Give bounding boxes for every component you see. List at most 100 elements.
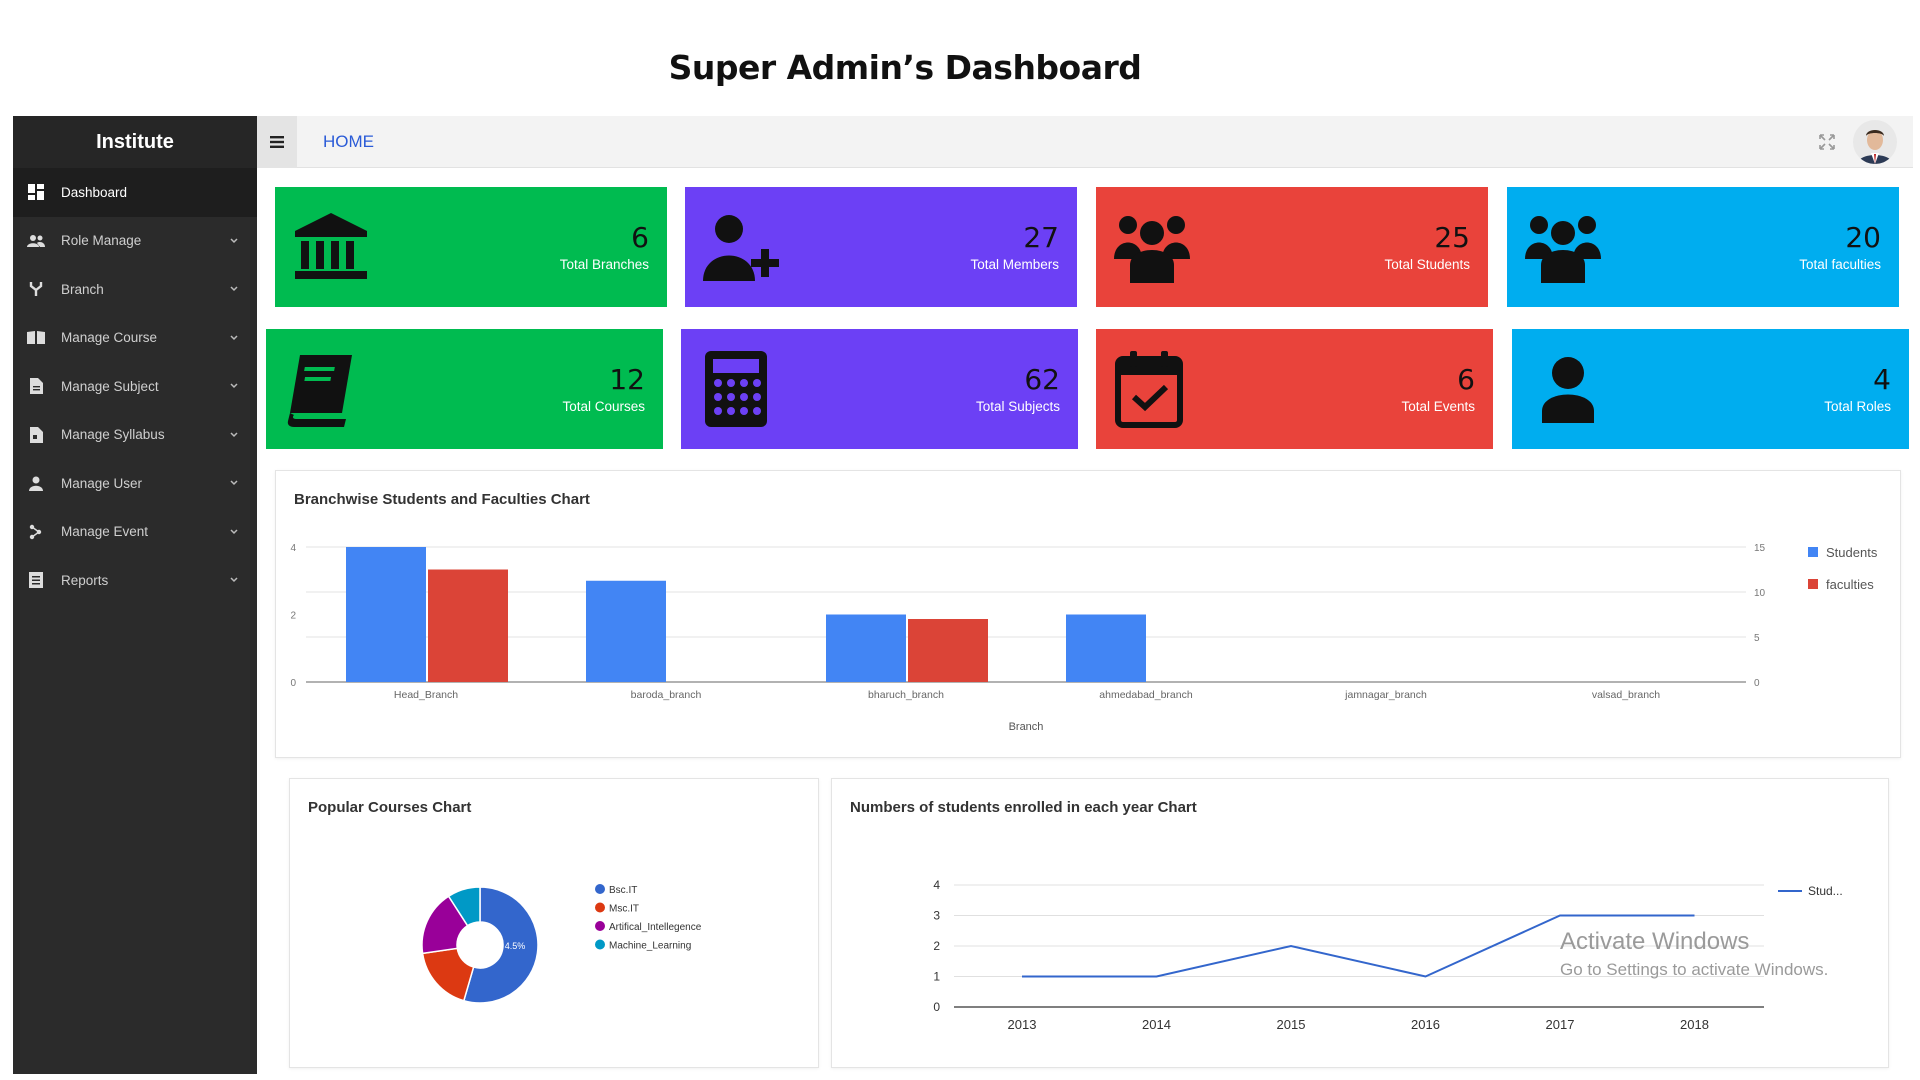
users-icon [27, 232, 45, 250]
sidebar-item-branch[interactable]: Branch [13, 265, 257, 314]
legend-swatch [595, 902, 605, 913]
legend-swatch [1808, 579, 1818, 589]
list-icon [27, 571, 45, 589]
sidebar-item-label: Role Manage [61, 233, 142, 249]
stat-value: 6 [1457, 363, 1475, 396]
bar [908, 619, 988, 682]
stat-value: 20 [1845, 221, 1881, 254]
bar [346, 547, 426, 682]
chevron-down-icon [230, 238, 238, 243]
book-open-icon [27, 329, 45, 347]
legend-label: Bsc.IT [609, 885, 637, 896]
branchwise-chart-panel: Branchwise Students and Faculties Chart … [275, 470, 1901, 758]
avatar[interactable] [1853, 120, 1897, 164]
left-axis-tick-label: 2 [290, 611, 296, 622]
stat-card-roles[interactable]: 4 Total Roles [1512, 329, 1909, 449]
right-axis-tick-label: 5 [1754, 633, 1760, 644]
stat-value: 12 [609, 363, 645, 396]
x-tick-label: ahmedabad_branch [1099, 689, 1193, 701]
group-icon [1114, 216, 1190, 283]
page-title: Super Admin’s Dashboard [668, 48, 1142, 87]
stat-card-subjects[interactable]: 62 Total Subjects [681, 329, 1078, 449]
sidebar-item-label: Manage Event [61, 524, 149, 540]
chevron-down-icon [230, 480, 238, 486]
sidebar-item-manage-course[interactable]: Manage Course [13, 314, 257, 363]
legend-swatch [595, 921, 605, 931]
slice-label: 4.5% [505, 941, 526, 951]
stat-label: Total Students [1384, 257, 1470, 272]
sidebar-item-dashboard[interactable]: Dashboard [13, 168, 257, 217]
pie-chart: 4.5% Bsc.IT Msc.IT Artifical_Intellegence Ma… [421, 884, 702, 1004]
windows-activation-watermark: Activate Windows Go to Settings to activ… [1560, 928, 1828, 980]
stat-label: Total Events [1401, 399, 1475, 414]
user-plus-icon [703, 215, 779, 281]
institution-icon [295, 213, 367, 279]
sidebar-item-manage-subject[interactable]: Manage Subject [13, 362, 257, 411]
x-tick-label: baroda_branch [631, 689, 702, 701]
chevron-down-icon [230, 383, 238, 389]
bar-chart: 0 5 10 15 0 2 4 Head_Branch baroda_branch bharuch… [290, 543, 1877, 733]
stat-label: Total Roles [1824, 399, 1891, 414]
y-tick-label: 3 [933, 909, 940, 923]
breadcrumb-home[interactable]: HOME [323, 116, 374, 168]
stat-value: 62 [1024, 363, 1060, 396]
brand-title: Institute [13, 116, 257, 168]
sidebar-item-manage-syllabus[interactable]: Manage Syllabus [13, 411, 257, 460]
legend-label: Machine_Learning [609, 941, 691, 952]
legend-label: Msc.IT [609, 904, 639, 915]
chevron-down-icon [230, 577, 238, 583]
x-tick-label: 2016 [1411, 1017, 1440, 1032]
group-icon [1525, 216, 1601, 283]
y-tick-label: 4 [933, 878, 940, 892]
stat-card-branches[interactable]: 6 Total Branches [275, 187, 667, 307]
event-icon [27, 523, 45, 541]
bar [586, 580, 666, 682]
enrollment-chart-panel: Numbers of students enrolled in each yea… [831, 778, 1889, 1068]
stat-value: 4 [1873, 363, 1891, 396]
stat-value: 27 [1023, 221, 1059, 254]
y-tick-label: 2 [933, 939, 940, 953]
x-axis-label: Branch [1009, 721, 1044, 733]
document-icon [27, 377, 45, 395]
x-tick-label: 2015 [1277, 1017, 1306, 1032]
legend-label: Stud... [1808, 884, 1843, 898]
branch-icon [27, 280, 45, 298]
stat-card-members[interactable]: 27 Total Members [685, 187, 1077, 307]
bar [428, 569, 508, 682]
avatar-icon [1853, 120, 1897, 164]
syllabus-icon [27, 426, 45, 444]
sidebar-item-label: Dashboard [61, 184, 128, 200]
sidebar-item-label: Manage User [61, 475, 143, 491]
expand-icon[interactable] [1817, 132, 1837, 152]
user-icon [27, 474, 45, 492]
stat-value: 6 [631, 221, 649, 254]
x-tick-label: Head_Branch [394, 689, 458, 701]
x-tick-label: valsad_branch [1592, 689, 1660, 701]
stat-card-faculties[interactable]: 20 Total faculties [1507, 187, 1899, 307]
y-tick-label: 1 [933, 970, 940, 984]
menu-toggle-button[interactable] [257, 116, 297, 168]
sidebar-item-reports[interactable]: Reports [13, 556, 257, 605]
left-axis-tick-label: 4 [290, 543, 296, 554]
right-axis-tick-label: 0 [1754, 678, 1760, 689]
stat-card-courses[interactable]: 12 Total Courses [266, 329, 663, 449]
sidebar-item-label: Manage Syllabus [61, 427, 165, 443]
dashboard-icon [27, 183, 45, 201]
top-bar: HOME [257, 116, 1913, 168]
bar [1066, 614, 1146, 682]
sidebar-item-role-manage[interactable]: Role Manage [13, 217, 257, 266]
chevron-down-icon [230, 432, 238, 437]
sidebar-item-manage-user[interactable]: Manage User [13, 459, 257, 508]
chevron-down-icon [230, 286, 238, 292]
stat-card-events[interactable]: 6 Total Events [1096, 329, 1493, 449]
x-tick-label: 2014 [1142, 1017, 1171, 1032]
legend-swatch [1808, 547, 1818, 557]
sidebar-item-manage-event[interactable]: Manage Event [13, 508, 257, 557]
right-axis-tick-label: 15 [1754, 543, 1766, 554]
sidebar-item-label: Branch [61, 281, 104, 297]
right-axis-tick-label: 10 [1754, 588, 1766, 599]
stat-card-students[interactable]: 25 Total Students [1096, 187, 1488, 307]
watermark-line2: Go to Settings to activate Windows. [1560, 960, 1829, 979]
sidebar-item-label: Manage Course [61, 330, 158, 346]
sidebar-item-label: Reports [61, 572, 109, 588]
